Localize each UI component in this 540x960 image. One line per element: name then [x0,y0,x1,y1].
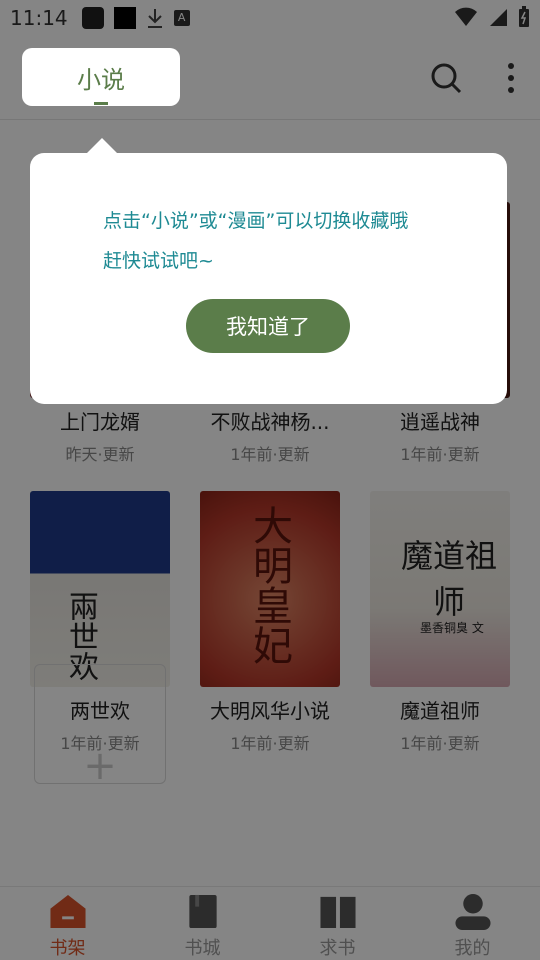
tooltip-arrow [86,138,118,154]
got-it-button[interactable]: 我知道了 [186,299,350,353]
guide-overlay[interactable]: 小说 点击“小说”或“漫画”可以切换收藏哦 赶快试试吧~ 我知道了 [0,0,540,960]
tooltip-text: 点击“小说”或“漫画”可以切换收藏哦 赶快试试吧~ [103,201,463,281]
guide-tooltip: 点击“小说”或“漫画”可以切换收藏哦 赶快试试吧~ 我知道了 [30,153,507,404]
tooltip-line-1: 点击“小说”或“漫画”可以切换收藏哦 [103,210,409,232]
tab-indicator [94,102,108,105]
highlighted-tab-novel[interactable]: 小说 [22,48,180,106]
tooltip-line-2: 赶快试试吧~ [103,250,214,272]
